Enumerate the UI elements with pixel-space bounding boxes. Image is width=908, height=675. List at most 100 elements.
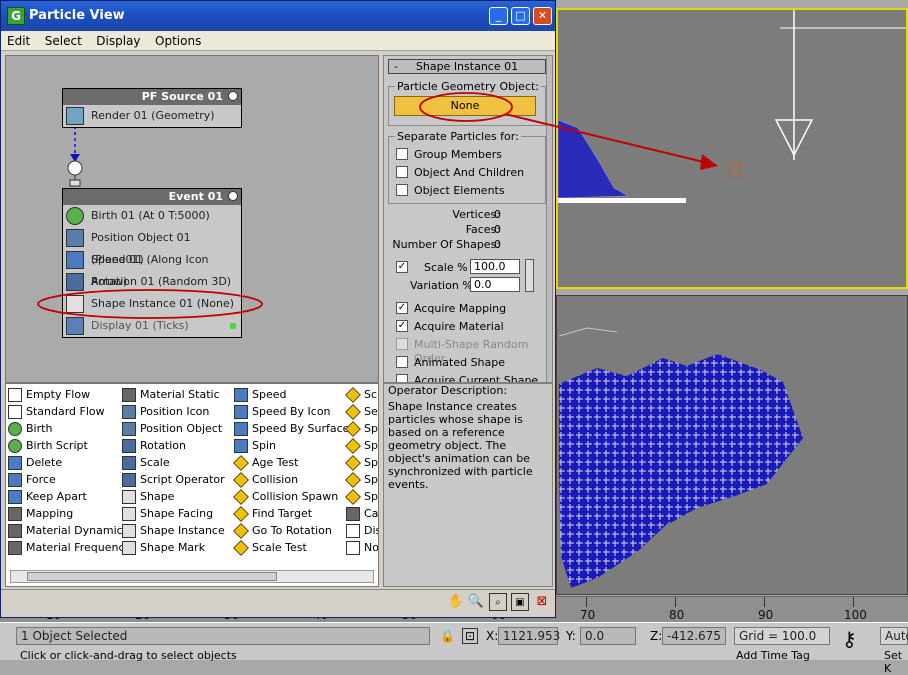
add-time-tag-button[interactable]: Add Time Tag <box>736 649 810 662</box>
depot-item-force[interactable]: Force <box>8 471 131 488</box>
perspective-viewport[interactable] <box>556 295 908 595</box>
depot-item-collision-spawn[interactable]: Collision Spawn <box>233 488 349 505</box>
depot-item-mapping[interactable]: Mapping <box>8 505 131 522</box>
x-coordinate-field[interactable]: 1121.953 <box>498 627 560 645</box>
top-viewport[interactable] <box>556 8 908 289</box>
menu-options[interactable]: Options <box>149 31 206 48</box>
collapse-icon[interactable]: - <box>394 60 398 73</box>
lock-icon[interactable]: 🔒 <box>440 629 455 643</box>
minimize-button[interactable]: _ <box>489 7 508 25</box>
depot-item-collision[interactable]: Collision <box>233 471 349 488</box>
pan-hand-icon[interactable]: ✋ <box>447 593 465 611</box>
depot-item-script-operator[interactable]: Script Operator <box>122 471 225 488</box>
scroll-thumb[interactable] <box>27 572 277 581</box>
depot-item-truncated[interactable]: Se <box>345 403 378 420</box>
scale-checkbox[interactable]: ✓ <box>396 261 414 275</box>
group-members-checkbox[interactable]: Group Members <box>396 148 502 162</box>
operator-position-object[interactable]: Position Object 01 (Plane01) <box>63 227 241 266</box>
checkbox-box[interactable]: ✓ <box>396 302 408 314</box>
depot-item-shape-mark[interactable]: Shape Mark <box>122 539 225 556</box>
rollout-header[interactable]: - Shape Instance 01 <box>388 59 546 74</box>
maximize-button[interactable]: □ <box>511 7 530 25</box>
depot-item-position-object[interactable]: Position Object <box>122 420 225 437</box>
checkbox-box[interactable] <box>396 148 408 160</box>
menu-display[interactable]: Display <box>90 31 145 48</box>
operator-display[interactable]: Display 01 (Ticks) <box>63 315 241 337</box>
key-icon[interactable]: ⚷ <box>842 627 857 651</box>
depot-item-standard-flow[interactable]: Standard Flow <box>8 403 131 420</box>
pf-source-node[interactable]: PF Source 01 Render 01 (Geometry) <box>62 88 242 128</box>
menu-select[interactable]: Select <box>39 31 87 48</box>
checkbox-box[interactable] <box>396 184 408 196</box>
depot-item-shape[interactable]: Shape <box>122 488 225 505</box>
depot-item-age-test[interactable]: Age Test <box>233 454 349 471</box>
zoom-icon[interactable]: 🔍 <box>467 593 485 611</box>
object-elements-checkbox[interactable]: Object Elements <box>396 184 505 198</box>
depot-item-material-dynamic[interactable]: Material Dynamic <box>8 522 131 539</box>
depot-item-keep-apart[interactable]: Keep Apart <box>8 488 131 505</box>
depot-item-position-icon[interactable]: Position Icon <box>122 403 225 420</box>
absolute-mode-icon[interactable]: ⊡ <box>462 628 478 644</box>
depot-item-material-static[interactable]: Material Static <box>122 386 225 403</box>
depot-item-delete[interactable]: Delete <box>8 454 131 471</box>
zoom-region-icon[interactable]: ⌕ <box>489 593 507 611</box>
checkbox-box[interactable] <box>396 374 408 382</box>
operator-render[interactable]: Render 01 (Geometry) <box>63 105 241 127</box>
depot-item-truncated[interactable]: Dis <box>346 522 378 539</box>
menu-edit[interactable]: Edit <box>1 31 35 48</box>
event-node[interactable]: Event 01 Birth 01 (At 0 T:5000) Position… <box>62 188 242 338</box>
object-and-children-checkbox[interactable]: Object And Children <box>396 166 524 180</box>
depot-item-scale[interactable]: Scale <box>122 454 225 471</box>
set-key-button[interactable]: Set K <box>884 649 908 675</box>
depot-item-speed-by-icon[interactable]: Speed By Icon <box>234 403 349 420</box>
operator-shape-instance[interactable]: Shape Instance 01 (None) <box>63 293 241 315</box>
depot-item-material-frequency[interactable]: Material Frequency <box>8 539 131 556</box>
depot-item-truncated[interactable]: No <box>346 539 378 556</box>
variation-spinner[interactable]: 0.0 <box>470 277 520 292</box>
acquire-mapping-checkbox[interactable]: ✓ Acquire Mapping <box>396 302 506 316</box>
depot-item-truncated[interactable]: Sp <box>345 488 378 505</box>
lightbulb-icon[interactable] <box>228 191 238 201</box>
depot-item-find-target[interactable]: Find Target <box>233 505 349 522</box>
depot-item-scale-test[interactable]: Scale Test <box>233 539 349 556</box>
depot-item-shape-instance[interactable]: Shape Instance <box>122 522 225 539</box>
checkbox-box[interactable]: ✓ <box>396 261 408 273</box>
particle-diagram[interactable]: PF Source 01 Render 01 (Geometry) Event … <box>5 55 379 383</box>
acquire-material-checkbox[interactable]: ✓ Acquire Material <box>396 320 504 334</box>
y-coordinate-field[interactable]: 0.0 <box>580 627 636 645</box>
checkbox-box[interactable] <box>396 166 408 178</box>
depot-scrollbar[interactable] <box>10 570 374 583</box>
title-bar[interactable]: G Particle View _ □ ✕ <box>1 1 555 31</box>
acquire-current-shape-checkbox[interactable]: Acquire Current Shape <box>396 374 538 382</box>
depot-item-rotation[interactable]: Rotation <box>122 437 225 454</box>
checkbox-box[interactable]: ✓ <box>396 320 408 332</box>
depot-item-truncated[interactable]: Ca <box>346 505 378 522</box>
checkbox-box[interactable] <box>396 356 408 368</box>
depot-item-shape-facing[interactable]: Shape Facing <box>122 505 225 522</box>
operator-birth[interactable]: Birth 01 (At 0 T:5000) <box>63 205 241 227</box>
scale-spinner[interactable]: 100.0 <box>470 259 520 274</box>
depot-item-truncated[interactable]: Sp <box>345 437 378 454</box>
depot-item-birth-script[interactable]: Birth Script <box>8 437 131 454</box>
animated-shape-checkbox[interactable]: Animated Shape <box>396 356 505 370</box>
close-button[interactable]: ✕ <box>533 7 552 25</box>
spinner-arrows-icon[interactable] <box>525 259 534 292</box>
depot-item-truncated[interactable]: Sc <box>345 386 378 403</box>
operator-rotation[interactable]: Rotation 01 (Random 3D) <box>63 271 241 293</box>
depot-item-speed[interactable]: Speed <box>234 386 349 403</box>
depot-item-truncated[interactable]: Sp <box>345 454 378 471</box>
depot-item-truncated[interactable]: Sp <box>345 471 378 488</box>
depot-item-go-to-rotation[interactable]: Go To Rotation <box>233 522 349 539</box>
zoom-extents-icon[interactable]: ▣ <box>511 593 529 611</box>
depot-item-speed-by-surface[interactable]: Speed By Surface <box>234 420 349 437</box>
depot-item-empty-flow[interactable]: Empty Flow <box>8 386 131 403</box>
operator-speed[interactable]: Speed 01 (Along Icon Arrow) <box>63 249 241 288</box>
depot-item-birth[interactable]: Birth <box>8 420 131 437</box>
operator-depot[interactable]: Empty Flow Standard Flow Birth Birth Scr… <box>5 383 379 587</box>
depot-item-spin[interactable]: Spin <box>234 437 349 454</box>
z-coordinate-field[interactable]: -412.675 <box>662 627 726 645</box>
depot-item-truncated[interactable]: Sp <box>345 420 378 437</box>
no-zoom-icon[interactable]: ⊠ <box>533 593 551 611</box>
lightbulb-icon[interactable] <box>228 91 238 101</box>
auto-key-button[interactable]: Auto <box>880 627 908 645</box>
